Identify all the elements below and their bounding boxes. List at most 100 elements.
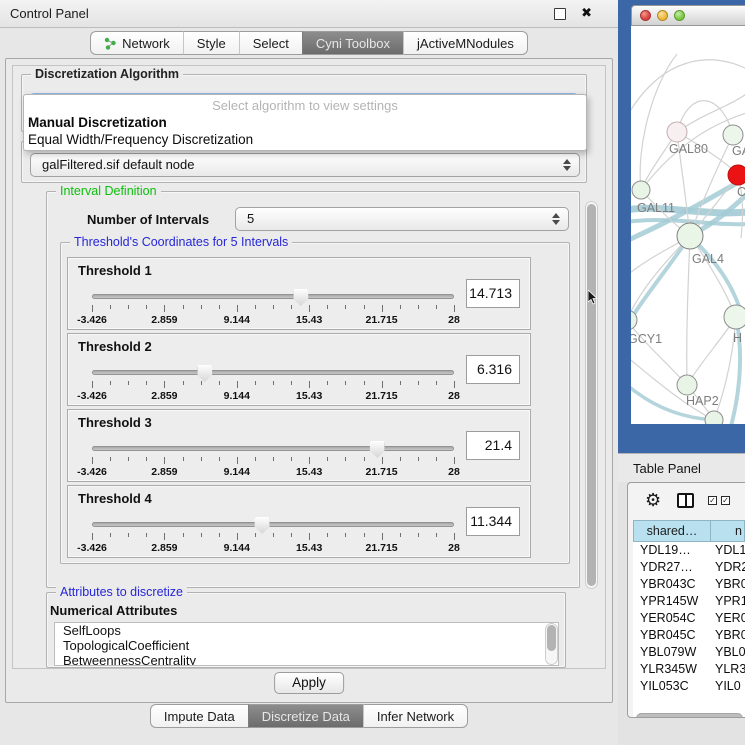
slider-ruler — [92, 305, 454, 313]
tick-label: 15.43 — [296, 390, 322, 402]
tab-label: Discretize Data — [262, 709, 350, 724]
gear-icon[interactable]: ⚙ — [645, 491, 661, 509]
interval-scrollbar[interactable] — [585, 201, 598, 589]
numerical-attributes-list[interactable]: SelfLoopsTopologicalCoefficientBetweenne… — [54, 622, 559, 666]
table-row[interactable]: YLR345WYLR3 — [633, 661, 745, 678]
threshold-slider[interactable] — [92, 370, 454, 375]
mouse-cursor — [588, 290, 600, 306]
tab-label: Style — [197, 36, 226, 51]
cell-name: YIL0 — [711, 678, 745, 695]
threshold-value-field[interactable]: 14.713 — [466, 279, 520, 308]
table-horizontal-scrollbar[interactable] — [636, 713, 743, 718]
attributes-scrollbar[interactable] — [545, 623, 558, 665]
algorithm-dropdown-hint: Select algorithm to view settings — [24, 98, 586, 113]
table-data-combobox[interactable]: galFiltered.sif default node — [30, 153, 580, 177]
threshold-label: Threshold 1 — [78, 263, 152, 278]
table-row[interactable]: YDR27…YDR2 — [633, 559, 745, 576]
tick-label: 28 — [448, 542, 460, 554]
network-node-gal4[interactable] — [677, 223, 703, 249]
column-header-name[interactable]: n — [711, 520, 745, 542]
threshold-slider[interactable] — [92, 446, 454, 451]
threshold-label: Threshold 4 — [78, 491, 152, 506]
tab-cyni-toolbox[interactable]: Cyni Toolbox — [302, 31, 403, 55]
network-node-ga[interactable] — [723, 125, 743, 145]
attributes-scrollbar-thumb[interactable] — [547, 625, 556, 651]
tab-impute-data[interactable]: Impute Data — [150, 704, 248, 728]
column-header-shared-name[interactable]: shared… — [633, 520, 711, 542]
cell-name: YDL1 — [711, 542, 745, 559]
edge — [690, 236, 736, 317]
algorithm-option-equal-width[interactable]: Equal Width/Frequency Discretization — [27, 131, 583, 148]
float-window-icon[interactable] — [554, 8, 566, 20]
network-node-gal80[interactable] — [667, 122, 687, 142]
network-node-hap2[interactable] — [677, 375, 697, 395]
apply-button[interactable]: Apply — [274, 672, 344, 694]
table-row[interactable]: YIL053CYIL0 — [633, 678, 745, 695]
algorithm-option-manual[interactable]: Manual Discretization — [27, 114, 583, 131]
table-row[interactable]: YBR045CYBR0 — [633, 627, 745, 644]
cell-name: YLR3 — [711, 661, 745, 678]
tick-label: 2.859 — [151, 390, 177, 402]
panel-title: Control Panel — [10, 0, 89, 27]
split-columns-icon[interactable] — [677, 493, 694, 508]
tab-style[interactable]: Style — [183, 31, 239, 55]
number-of-intervals-combobox[interactable]: 5 — [235, 207, 569, 231]
tick-label: 15.43 — [296, 314, 322, 326]
checkbox-icon[interactable]: ✓ — [721, 496, 730, 505]
network-node-c[interactable] — [728, 165, 745, 185]
slider-thumb[interactable] — [255, 517, 270, 534]
cell-shared-name: YDL19… — [633, 542, 711, 559]
network-node[interactable] — [705, 411, 723, 424]
group-label-attributes: Attributes to discretize — [56, 585, 187, 600]
discretization-algorithm-group: Discretization Algorithm Select algorith… — [21, 74, 587, 132]
network-node-h[interactable] — [724, 305, 745, 329]
attribute-list-item[interactable]: TopologicalCoefficient — [55, 638, 558, 653]
attribute-list-item[interactable]: BetweennessCentrality — [55, 653, 558, 666]
interval-scrollbar-thumb[interactable] — [587, 204, 596, 586]
node-label: GAL4 — [692, 252, 724, 266]
zoom-traffic-light-icon[interactable] — [674, 10, 685, 21]
table-row[interactable]: YDL19…YDL1 — [633, 542, 745, 559]
cell-shared-name: YIL053C — [633, 678, 711, 695]
slider-thumb[interactable] — [293, 289, 308, 306]
cell-name: YBR0 — [711, 576, 745, 593]
slider-thumb[interactable] — [197, 365, 212, 382]
tab-infer-network[interactable]: Infer Network — [363, 704, 468, 728]
tick-label: 2.859 — [151, 466, 177, 478]
tick-label: 21.715 — [366, 466, 398, 478]
control-panel-window: Control Panel ✖ Network Style SelectCyni T… — [0, 0, 618, 745]
network-node-gal11[interactable] — [632, 181, 650, 199]
cell-shared-name: YPR145W — [633, 593, 711, 610]
threshold-value-field[interactable]: 6.316 — [466, 355, 520, 384]
table-row[interactable]: YBL079WYBL0 — [633, 644, 745, 661]
slider-tick-labels: -3.4262.8599.14415.4321.71528 — [92, 466, 454, 478]
tab-discretize-data[interactable]: Discretize Data — [248, 704, 363, 728]
network-nodes[interactable] — [631, 122, 745, 424]
threshold-value-field[interactable]: 21.4 — [466, 431, 520, 460]
node-label: GA — [732, 144, 745, 158]
cyni-toolbox-panel: Discretization Algorithm Select algorith… — [5, 58, 613, 703]
checkbox-icon[interactable]: ✓ — [708, 496, 717, 505]
tick-label: 28 — [448, 466, 460, 478]
close-icon[interactable]: ✖ — [581, 5, 592, 21]
threshold-value-field[interactable]: 11.344 — [466, 507, 520, 536]
tab-network[interactable]: Network — [90, 31, 183, 55]
tab-select[interactable]: Select — [239, 31, 302, 55]
tick-label: 28 — [448, 390, 460, 402]
edge — [631, 236, 690, 328]
interval-definition-group: Interval Definition Number of Intervals … — [46, 191, 580, 588]
table-row[interactable]: YBR043CYBR0 — [633, 576, 745, 593]
minimize-traffic-light-icon[interactable] — [657, 10, 668, 21]
attribute-list-item[interactable]: SelfLoops — [55, 623, 558, 638]
threshold-slider[interactable] — [92, 294, 454, 299]
network-window-titlebar[interactable] — [631, 5, 745, 26]
table-row[interactable]: YPR145WYPR1 — [633, 593, 745, 610]
tab-jactivemnodules[interactable]: jActiveMNodules — [403, 31, 528, 55]
slider-thumb[interactable] — [370, 441, 385, 458]
number-of-intervals-value: 5 — [247, 211, 254, 226]
table-row[interactable]: YER054CYER0 — [633, 610, 745, 627]
threshold-slider[interactable] — [92, 522, 454, 527]
close-traffic-light-icon[interactable] — [640, 10, 651, 21]
algorithm-dropdown-popup: Select algorithm to view settings Manual… — [23, 94, 587, 151]
network-canvas[interactable]: GAL80GACGAL11GAL4GCY1HHAP2 — [631, 26, 745, 424]
